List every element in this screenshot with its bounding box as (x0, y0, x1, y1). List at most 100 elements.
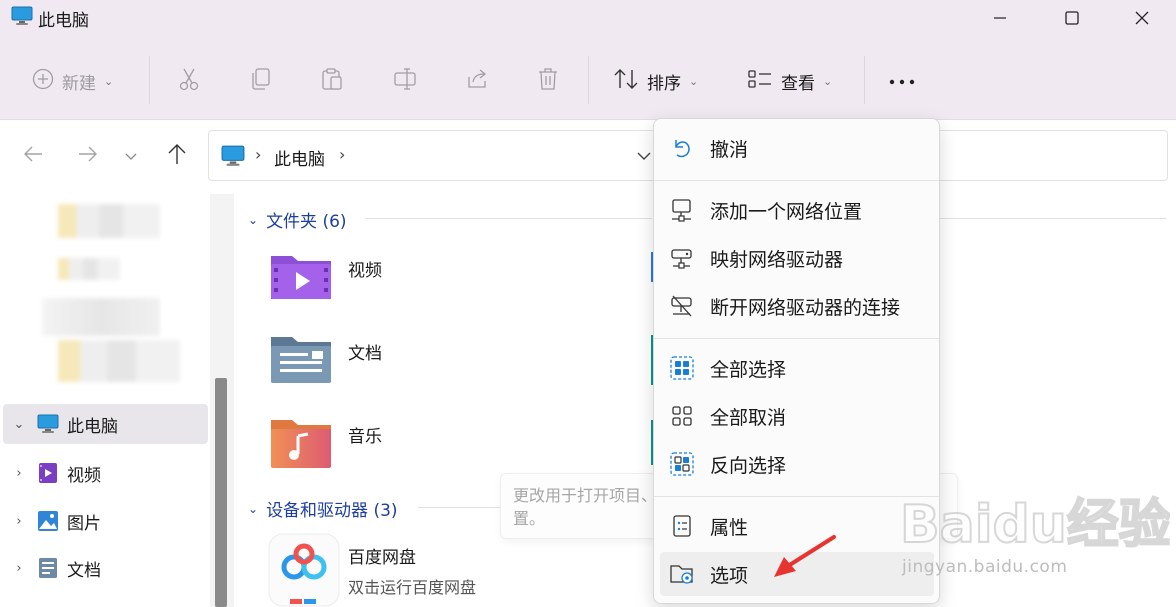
watermark-text: Baidu经验 (900, 495, 1170, 555)
select-none-icon (660, 404, 704, 428)
folder-item[interactable]: 视频 (268, 250, 382, 306)
close-button[interactable] (1112, 0, 1172, 36)
properties-icon (660, 514, 704, 538)
clipboard-icon (321, 67, 343, 96)
more-options-menu: 撤消 添加一个网络位置 映射网络驱动器 断开网络驱动器的连接 全部选择 全部取消… (653, 118, 940, 604)
menu-item-disconnect-network-drive[interactable]: 断开网络驱动器的连接 (660, 284, 934, 328)
menu-item-undo[interactable]: 撤消 (660, 126, 934, 170)
chevron-right-icon[interactable]: › (3, 514, 35, 529)
blurred-item (42, 298, 160, 336)
sort-icon (613, 68, 639, 95)
menu-divider (654, 180, 939, 181)
blurred-item (58, 258, 120, 280)
item-name: 视频 (348, 261, 382, 281)
menu-item-label: 反向选择 (710, 454, 787, 477)
sidebar-item-label: 此电脑 (67, 416, 118, 437)
menu-divider (654, 496, 939, 497)
disconnect-drive-icon (660, 294, 704, 318)
folder-item[interactable]: 音乐 (268, 416, 382, 472)
more-options-button[interactable] (888, 66, 916, 96)
chevron-down-icon[interactable]: ⌄ (3, 417, 35, 432)
chevron-down-icon (124, 147, 138, 166)
select-all-icon (660, 356, 704, 380)
sort-label: 排序 (647, 73, 681, 94)
menu-item-label: 属性 (710, 516, 749, 539)
menu-item-select-all[interactable]: 全部选择 (660, 346, 934, 390)
monitor-icon (11, 6, 33, 30)
chevron-down-icon[interactable]: ⌄ (248, 213, 258, 227)
plus-circle-icon (32, 68, 54, 95)
watermark-url: jingyan.baidu.com (902, 557, 1068, 577)
chevron-down-icon[interactable]: ⌄ (248, 502, 258, 516)
forward-button[interactable] (75, 141, 101, 171)
sidebar-scrollbar-thumb[interactable] (215, 378, 227, 607)
menu-item-label: 全部取消 (710, 406, 787, 429)
sidebar-item-label: 文档 (67, 560, 101, 581)
item-name: 文档 (348, 344, 382, 364)
back-button[interactable] (20, 141, 46, 171)
window-title: 此电脑 (38, 11, 89, 31)
rename-button[interactable] (393, 66, 419, 96)
more-dots-icon (888, 71, 916, 91)
chevron-right-icon[interactable]: › (3, 466, 35, 481)
sidebar-item-videos[interactable]: › 视频 (3, 453, 208, 493)
chevron-right-icon[interactable]: › (3, 561, 35, 576)
sidebar-item-pictures[interactable]: › 图片 (3, 501, 208, 541)
view-label: 查看 (781, 73, 815, 94)
scissors-icon (178, 67, 200, 96)
monitor-icon (221, 145, 245, 171)
device-text: 百度网盘 双击运行百度网盘 (348, 533, 476, 605)
item-name: 音乐 (348, 427, 382, 447)
group-header-devices[interactable]: ⌄ 设备和驱动器 (3) (248, 496, 398, 521)
share-icon (465, 67, 489, 96)
group-divider (366, 218, 652, 219)
folder-item[interactable]: 文档 (268, 333, 382, 389)
recent-locations-button[interactable] (118, 141, 144, 171)
maximize-button[interactable] (1042, 0, 1102, 36)
network-location-icon (660, 198, 704, 222)
undo-icon (660, 137, 704, 159)
arrow-right-icon (77, 145, 99, 167)
sort-button[interactable]: 排序 ⌄ (613, 66, 698, 96)
chevron-down-icon[interactable] (636, 147, 652, 166)
menu-item-label: 撤消 (710, 138, 749, 161)
toolbar-divider (864, 56, 865, 104)
baidu-netdisk-icon (268, 533, 340, 607)
item-name: 百度网盘 (348, 548, 416, 568)
delete-button[interactable] (537, 66, 559, 96)
menu-item-invert-selection[interactable]: 反向选择 (660, 442, 934, 486)
device-item[interactable]: 百度网盘 双击运行百度网盘 (268, 533, 476, 607)
menu-item-add-network-location[interactable]: 添加一个网络位置 (660, 188, 934, 232)
group-header-folders[interactable]: ⌄ 文件夹 (6) (248, 207, 347, 232)
paste-button[interactable] (321, 66, 343, 96)
copy-button[interactable] (250, 66, 272, 96)
group-divider (418, 507, 500, 508)
share-button[interactable] (465, 66, 489, 96)
view-button[interactable]: 查看 ⌄ (747, 66, 832, 96)
document-icon (35, 556, 61, 580)
breadcrumb[interactable]: 此电脑 (274, 145, 325, 170)
menu-item-map-network-drive[interactable]: 映射网络驱动器 (660, 236, 934, 280)
cut-button[interactable] (178, 66, 200, 96)
chevron-down-icon: ⌄ (823, 74, 833, 88)
breadcrumb-separator-icon[interactable]: › (339, 145, 345, 164)
new-button[interactable]: 新建 ⌄ (32, 66, 113, 96)
blurred-item (58, 204, 160, 238)
picture-icon (35, 509, 61, 533)
up-button[interactable] (164, 141, 190, 171)
minimize-button[interactable] (970, 0, 1030, 36)
menu-item-label: 断开网络驱动器的连接 (710, 296, 901, 319)
sidebar-item-label: 图片 (67, 513, 101, 534)
group-header-label: 文件夹 (6) (266, 212, 347, 232)
video-icon (35, 461, 61, 485)
breadcrumb-separator-icon[interactable]: › (255, 145, 261, 164)
group-divider (940, 218, 1166, 219)
toolbar-divider (588, 56, 589, 104)
menu-item-select-none[interactable]: 全部取消 (660, 394, 934, 438)
music-folder-icon (268, 416, 338, 472)
arrow-left-icon (22, 145, 44, 167)
annotation-arrow-icon (774, 535, 836, 577)
sidebar-item-documents[interactable]: › 文档 (3, 548, 208, 588)
sidebar-item-this-pc[interactable]: ⌄ 此电脑 (3, 404, 208, 444)
new-label: 新建 (62, 73, 96, 94)
